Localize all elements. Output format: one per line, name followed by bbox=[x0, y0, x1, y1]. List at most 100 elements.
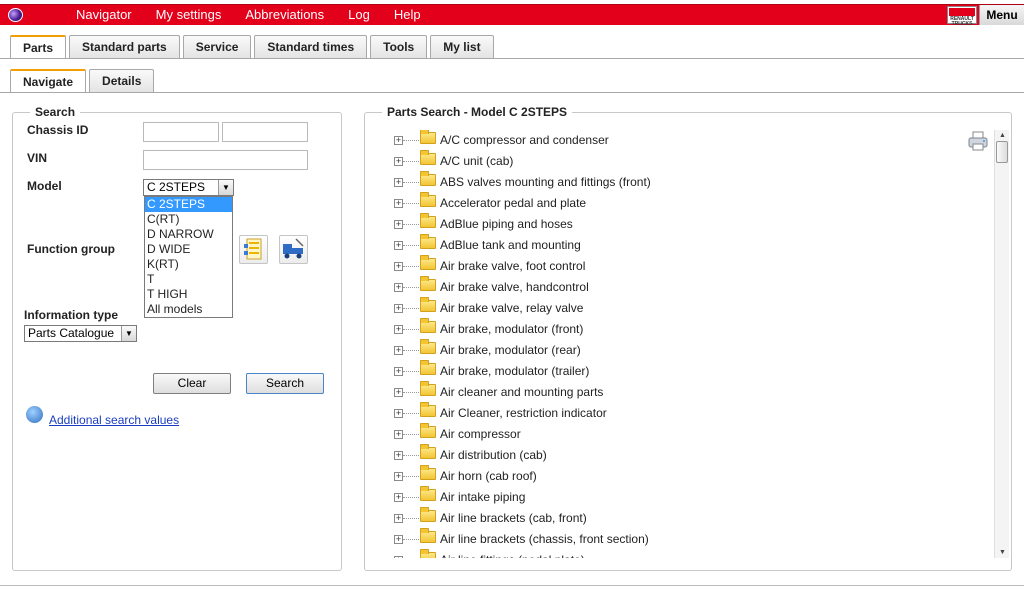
tree-item[interactable]: + Air brake valve, foot control bbox=[388, 255, 988, 277]
tab-details[interactable]: Details bbox=[89, 69, 155, 92]
expand-plus-icon[interactable]: + bbox=[394, 367, 403, 376]
expand-plus-icon[interactable]: + bbox=[394, 262, 403, 271]
tree-item-label[interactable]: Air brake valve, handcontrol bbox=[440, 280, 589, 294]
vin-input[interactable] bbox=[143, 150, 308, 170]
tree-item-label[interactable]: Air brake valve, relay valve bbox=[440, 301, 583, 315]
tree-item-label[interactable]: Air brake, modulator (trailer) bbox=[440, 364, 589, 378]
expand-plus-icon[interactable]: + bbox=[394, 556, 403, 558]
tree-item-label[interactable]: Air brake, modulator (front) bbox=[440, 322, 583, 336]
tree-item-label[interactable]: AdBlue piping and hoses bbox=[440, 217, 573, 231]
expand-plus-icon[interactable]: + bbox=[394, 493, 403, 502]
chassis-series-input[interactable] bbox=[143, 122, 219, 142]
expand-plus-icon[interactable]: + bbox=[394, 535, 403, 544]
tree-item[interactable]: + AdBlue tank and mounting bbox=[388, 234, 988, 256]
model-option[interactable]: T bbox=[145, 272, 232, 287]
tree-item[interactable]: + Accelerator pedal and plate bbox=[388, 192, 988, 214]
tree-item-label[interactable]: Air line brackets (chassis, front sectio… bbox=[440, 532, 649, 546]
expand-plus-icon[interactable]: + bbox=[394, 157, 403, 166]
model-select[interactable]: C 2STEPS ▼ bbox=[143, 179, 234, 196]
information-type-select[interactable]: Parts Catalogue ▼ bbox=[24, 325, 137, 342]
tree-item-label[interactable]: A/C unit (cab) bbox=[440, 154, 513, 168]
expand-plus-icon[interactable]: + bbox=[394, 136, 403, 145]
search-button[interactable]: Search bbox=[246, 373, 324, 394]
tree-item-label[interactable]: Air distribution (cab) bbox=[440, 448, 547, 462]
print-button[interactable] bbox=[967, 130, 989, 152]
tree-item-label[interactable]: Air cleaner and mounting parts bbox=[440, 385, 603, 399]
expand-plus-icon[interactable]: + bbox=[394, 409, 403, 418]
tree-scrollbar[interactable]: ▲ ▼ bbox=[994, 130, 1009, 558]
scroll-thumb[interactable] bbox=[996, 141, 1008, 163]
scroll-up-icon[interactable]: ▲ bbox=[995, 130, 1010, 141]
expand-plus-icon[interactable]: + bbox=[394, 178, 403, 187]
expand-plus-icon[interactable]: + bbox=[394, 514, 403, 523]
expand-plus-icon[interactable]: + bbox=[394, 283, 403, 292]
tree-item[interactable]: + Air horn (cab roof) bbox=[388, 465, 988, 487]
tree-item-label[interactable]: Air compressor bbox=[440, 427, 521, 441]
tree-item-label[interactable]: AdBlue tank and mounting bbox=[440, 238, 581, 252]
vehicle-select-button[interactable] bbox=[279, 235, 308, 264]
model-option[interactable]: D WIDE bbox=[145, 242, 232, 257]
tree-item[interactable]: + Air compressor bbox=[388, 423, 988, 445]
tree-item[interactable]: + Air brake valve, handcontrol bbox=[388, 276, 988, 298]
tree-item-label[interactable]: Air intake piping bbox=[440, 490, 525, 504]
nav-abbreviations[interactable]: Abbreviations bbox=[245, 5, 324, 26]
scroll-down-icon[interactable]: ▼ bbox=[995, 547, 1010, 558]
tree-item[interactable]: + Air line brackets (chassis, front secti… bbox=[388, 528, 988, 550]
model-option[interactable]: C(RT) bbox=[145, 212, 232, 227]
tree-item[interactable]: + AdBlue piping and hoses bbox=[388, 213, 988, 235]
chevron-down-icon[interactable]: ▼ bbox=[121, 326, 136, 341]
expand-more-icon[interactable] bbox=[26, 406, 43, 423]
tree-item-label[interactable]: A/C compressor and condenser bbox=[440, 133, 609, 147]
tree-item-label[interactable]: Air Cleaner, restriction indicator bbox=[440, 406, 607, 420]
expand-plus-icon[interactable]: + bbox=[394, 304, 403, 313]
tree-item[interactable]: + Air brake valve, relay valve bbox=[388, 297, 988, 319]
model-option[interactable]: C 2STEPS bbox=[145, 197, 232, 212]
tree-item[interactable]: + Air line brackets (cab, front) bbox=[388, 507, 988, 529]
tree-item-label[interactable]: Air line fittings (pedal plate) bbox=[440, 553, 585, 558]
tree-item-label[interactable]: Accelerator pedal and plate bbox=[440, 196, 586, 210]
tab-service[interactable]: Service bbox=[182, 35, 252, 58]
tree-item[interactable]: + ABS valves mounting and fittings (front… bbox=[388, 171, 988, 193]
tree-item[interactable]: + A/C compressor and condenser bbox=[388, 130, 988, 151]
tree-item-label[interactable]: Air line brackets (cab, front) bbox=[440, 511, 587, 525]
tree-item[interactable]: + A/C unit (cab) bbox=[388, 150, 988, 172]
expand-plus-icon[interactable]: + bbox=[394, 346, 403, 355]
tree-item[interactable]: + Air intake piping bbox=[388, 486, 988, 508]
chassis-number-input[interactable] bbox=[222, 122, 308, 142]
tab-parts[interactable]: Parts bbox=[10, 35, 67, 59]
nav-navigator[interactable]: Navigator bbox=[76, 5, 132, 26]
tree-item[interactable]: + Air brake, modulator (front) bbox=[388, 318, 988, 340]
expand-plus-icon[interactable]: + bbox=[394, 472, 403, 481]
tree-item-label[interactable]: Air horn (cab roof) bbox=[440, 469, 537, 483]
tree-item[interactable]: + Air brake, modulator (rear) bbox=[388, 339, 988, 361]
menu-button[interactable]: Menu bbox=[979, 5, 1024, 25]
model-option[interactable]: K(RT) bbox=[145, 257, 232, 272]
clear-button[interactable]: Clear bbox=[153, 373, 231, 394]
tree-item[interactable]: + Air line fittings (pedal plate) bbox=[388, 549, 988, 558]
expand-plus-icon[interactable]: + bbox=[394, 241, 403, 250]
tab-tools[interactable]: Tools bbox=[370, 35, 428, 58]
model-option[interactable]: All models bbox=[145, 302, 232, 317]
chevron-down-icon[interactable]: ▼ bbox=[218, 180, 233, 195]
tree-item-label[interactable]: Air brake, modulator (rear) bbox=[440, 343, 581, 357]
expand-plus-icon[interactable]: + bbox=[394, 430, 403, 439]
expand-plus-icon[interactable]: + bbox=[394, 220, 403, 229]
expand-plus-icon[interactable]: + bbox=[394, 451, 403, 460]
additional-search-values-link[interactable]: Additional search values bbox=[49, 413, 179, 427]
expand-plus-icon[interactable]: + bbox=[394, 325, 403, 334]
expand-plus-icon[interactable]: + bbox=[394, 388, 403, 397]
tree-item-label[interactable]: Air brake valve, foot control bbox=[440, 259, 585, 273]
model-option[interactable]: D NARROW bbox=[145, 227, 232, 242]
tree-item[interactable]: + Air cleaner and mounting parts bbox=[388, 381, 988, 403]
tree-item[interactable]: + Air brake, modulator (trailer) bbox=[388, 360, 988, 382]
tab-my-list[interactable]: My list bbox=[430, 35, 494, 58]
tree-item[interactable]: + Air Cleaner, restriction indicator bbox=[388, 402, 988, 424]
tab-navigate[interactable]: Navigate bbox=[10, 69, 87, 93]
tree-item-label[interactable]: ABS valves mounting and fittings (front) bbox=[440, 175, 651, 189]
tab-standard-times[interactable]: Standard times bbox=[254, 35, 368, 58]
tree-item[interactable]: + Air distribution (cab) bbox=[388, 444, 988, 466]
model-option[interactable]: T HIGH bbox=[145, 287, 232, 302]
nav-help[interactable]: Help bbox=[394, 5, 421, 26]
nav-log[interactable]: Log bbox=[348, 5, 370, 26]
function-group-tree-button[interactable] bbox=[239, 235, 268, 264]
